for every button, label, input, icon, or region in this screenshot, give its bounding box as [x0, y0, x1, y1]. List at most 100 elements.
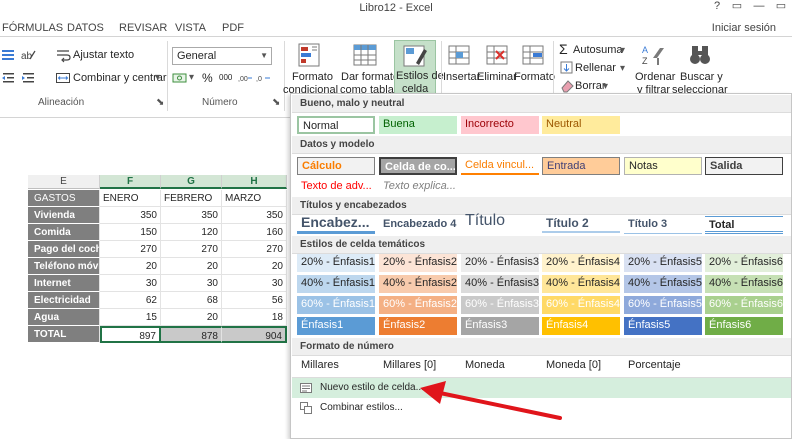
table-cell[interactable]: 160: [222, 224, 287, 241]
style-celda-vinculada[interactable]: Celda vincul...: [461, 157, 539, 175]
orientation-icon[interactable]: ab: [20, 47, 36, 63]
header-enero[interactable]: ENERO: [100, 190, 161, 207]
table-cell[interactable]: 350: [222, 207, 287, 224]
style-40-enfasis2[interactable]: 40% - Énfasis2: [379, 275, 457, 293]
style-60-enfasis1[interactable]: 60% - Énfasis1: [297, 296, 375, 314]
formato-condicional-line1[interactable]: Formato: [292, 71, 333, 83]
style-20-enfasis2[interactable]: 20% - Énfasis2: [379, 254, 457, 272]
row-label[interactable]: Vivienda: [28, 207, 100, 224]
rellenar-dropdown-icon[interactable]: ▾: [620, 63, 625, 74]
tab-formulas[interactable]: FÓRMULAS: [2, 22, 63, 34]
borrar-dropdown-icon[interactable]: ▾: [603, 81, 608, 92]
style-enfasis1[interactable]: Énfasis1: [297, 317, 375, 335]
table-cell[interactable]: 120: [161, 224, 222, 241]
style-40-enfasis5[interactable]: 40% - Énfasis5: [624, 275, 702, 293]
header-gastos[interactable]: GASTOS: [28, 190, 100, 207]
table-cell[interactable]: 18: [222, 309, 287, 326]
style-enfasis5[interactable]: Énfasis5: [624, 317, 702, 335]
style-20-enfasis5[interactable]: 20% - Énfasis5: [624, 254, 702, 272]
row-label[interactable]: Comida: [28, 224, 100, 241]
restore-icon[interactable]: ▭: [766, 0, 792, 14]
style-40-enfasis1[interactable]: 40% - Énfasis1: [297, 275, 375, 293]
autosuma-button[interactable]: Autosuma: [573, 44, 623, 56]
style-moneda-0[interactable]: Moneda [0]: [542, 357, 620, 375]
style-encabezado-4[interactable]: Encabezado 4: [379, 216, 457, 234]
table-cell[interactable]: 68: [161, 292, 222, 309]
table-cell[interactable]: 20: [100, 258, 161, 275]
table-cell[interactable]: 270: [161, 241, 222, 258]
style-moneda[interactable]: Moneda: [461, 357, 539, 375]
table-cell[interactable]: 15: [100, 309, 161, 326]
table-cell[interactable]: 30: [161, 275, 222, 292]
table-cell[interactable]: 56: [222, 292, 287, 309]
style-titulo-2[interactable]: Título 2: [542, 215, 620, 233]
style-neutral[interactable]: Neutral: [542, 116, 620, 134]
merge-center-button[interactable]: Combinar y centrar: [73, 72, 167, 84]
tab-vista[interactable]: VISTA: [175, 22, 206, 34]
style-enfasis4[interactable]: Énfasis4: [542, 317, 620, 335]
style-porcentaje[interactable]: Porcentaje: [624, 357, 702, 375]
table-cell[interactable]: 20: [161, 309, 222, 326]
row-label[interactable]: Electricidad: [28, 292, 100, 309]
align-icon[interactable]: [0, 47, 16, 63]
style-buena[interactable]: Buena: [379, 116, 457, 134]
eliminar-button[interactable]: Eliminar: [477, 71, 517, 83]
style-texto-advertencia[interactable]: Texto de adv...: [297, 178, 375, 196]
row-label[interactable]: Agua: [28, 309, 100, 326]
tab-revisar[interactable]: REVISAR: [119, 22, 167, 34]
style-incorrecto[interactable]: Incorrecto: [461, 116, 539, 134]
style-20-enfasis3[interactable]: 20% - Énfasis3: [461, 254, 539, 272]
buscar-line1[interactable]: Buscar y: [680, 71, 723, 83]
style-enfasis2[interactable]: Énfasis2: [379, 317, 457, 335]
table-cell[interactable]: 270: [100, 241, 161, 258]
indent-increase-icon[interactable]: [20, 70, 36, 86]
currency-icon[interactable]: [172, 70, 188, 86]
row-label[interactable]: Internet: [28, 275, 100, 292]
merge-dropdown-icon[interactable]: ▾: [155, 72, 160, 83]
style-20-enfasis4[interactable]: 20% - Énfasis4: [542, 254, 620, 272]
indent-decrease-icon[interactable]: [0, 70, 16, 86]
style-enfasis3[interactable]: Énfasis3: [461, 317, 539, 335]
dar-formato-line1[interactable]: Dar formato: [341, 71, 399, 83]
number-format-select[interactable]: General ▼: [172, 47, 272, 65]
table-cell[interactable]: 30: [100, 275, 161, 292]
table-cell[interactable]: 62: [100, 292, 161, 309]
style-60-enfasis6[interactable]: 60% - Énfasis6: [705, 296, 783, 314]
style-40-enfasis4[interactable]: 40% - Énfasis4: [542, 275, 620, 293]
menu-nuevo-estilo[interactable]: Nuevo estilo de celda...: [292, 378, 791, 398]
header-febrero[interactable]: FEBRERO: [161, 190, 222, 207]
ordenar-line1[interactable]: Ordenar: [635, 71, 675, 83]
column-header-e[interactable]: E: [28, 175, 100, 189]
style-notas[interactable]: Notas: [624, 157, 702, 175]
insertar-button[interactable]: Insertar: [443, 71, 480, 83]
thousands-button[interactable]: 000: [219, 73, 232, 82]
style-titulo-3[interactable]: Título 3: [624, 216, 702, 234]
table-cell-active[interactable]: 897: [100, 326, 161, 343]
style-40-enfasis6[interactable]: 40% - Énfasis6: [705, 275, 783, 293]
style-millares[interactable]: Millares: [297, 357, 375, 375]
increase-decimal-icon[interactable]: ,00: [238, 70, 254, 86]
style-entrada[interactable]: Entrada: [542, 157, 620, 175]
header-marzo[interactable]: MARZO: [222, 190, 287, 207]
style-calculo[interactable]: Cálculo: [297, 157, 375, 175]
table-cell[interactable]: 270: [222, 241, 287, 258]
table-cell[interactable]: 878: [161, 326, 222, 343]
style-20-enfasis6[interactable]: 20% - Énfasis6: [705, 254, 783, 272]
column-header-f[interactable]: F: [100, 175, 161, 189]
cell-styles-button[interactable]: Estilos de celda: [394, 40, 444, 96]
menu-combinar-estilos[interactable]: Combinar estilos...: [292, 398, 791, 418]
style-texto-explicativo[interactable]: Texto explica...: [379, 178, 457, 196]
numero-launcher-icon[interactable]: ⬊: [272, 97, 280, 108]
style-normal[interactable]: Normal: [297, 116, 375, 134]
style-60-enfasis4[interactable]: 60% - Énfasis4: [542, 296, 620, 314]
table-cell[interactable]: 20: [161, 258, 222, 275]
style-millares-0[interactable]: Millares [0]: [379, 357, 457, 375]
style-40-enfasis3[interactable]: 40% - Énfasis3: [461, 275, 539, 293]
percent-button[interactable]: %: [202, 71, 213, 85]
row-label-total[interactable]: TOTAL: [28, 326, 100, 343]
wrap-text-button[interactable]: Ajustar texto: [73, 49, 134, 61]
table-cell[interactable]: 30: [222, 275, 287, 292]
table-cell[interactable]: 350: [100, 207, 161, 224]
style-salida[interactable]: Salida: [705, 157, 783, 175]
style-total[interactable]: Total: [705, 216, 783, 234]
